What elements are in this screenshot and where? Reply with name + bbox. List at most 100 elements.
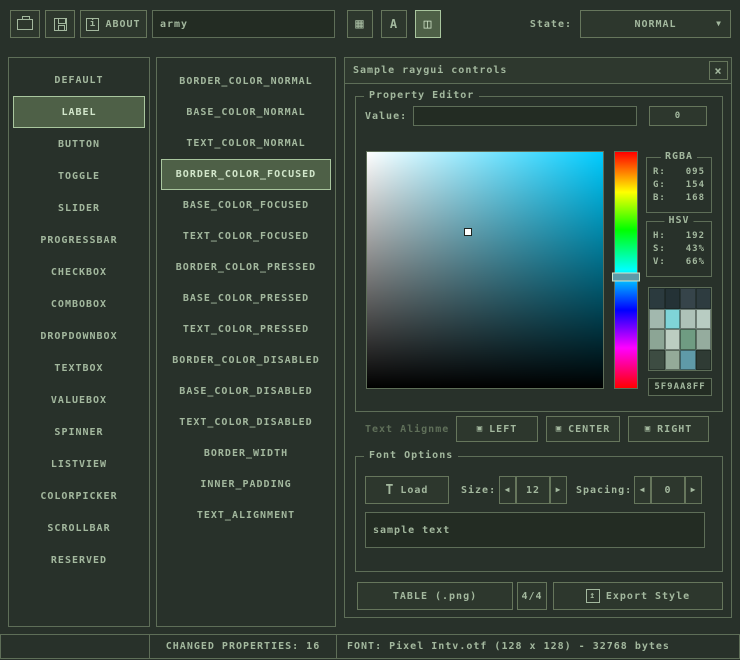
palette-swatch[interactable]: [649, 329, 665, 350]
left-arrow-icon: ◀: [640, 486, 646, 494]
font-icon: A: [390, 18, 398, 30]
control-item-scrollbar[interactable]: SCROLLBAR: [13, 512, 145, 544]
palette-swatch[interactable]: [680, 350, 696, 371]
font-load-button[interactable]: T Load: [365, 476, 449, 504]
about-button[interactable]: i ABOUT: [80, 10, 147, 38]
control-item-spinner[interactable]: SPINNER: [13, 416, 145, 448]
export-style-button[interactable]: ↥ Export Style: [553, 582, 723, 610]
value-input[interactable]: [413, 106, 637, 126]
chevron-down-icon: ▼: [716, 20, 722, 28]
property-item-base-color-disabled[interactable]: BASE_COLOR_DISABLED: [161, 376, 331, 407]
rgba-box-label: RGBA: [661, 151, 697, 162]
control-item-slider[interactable]: SLIDER: [13, 192, 145, 224]
property-editor-group-label: Property Editor: [364, 90, 479, 101]
control-item-listview[interactable]: LISTVIEW: [13, 448, 145, 480]
control-item-reserved[interactable]: RESERVED: [13, 544, 145, 576]
size-value-box[interactable]: 12: [516, 476, 550, 504]
size-increment-button[interactable]: ▶: [550, 476, 567, 504]
style-color-palette: [648, 287, 712, 371]
property-item-text-color-pressed[interactable]: TEXT_COLOR_PRESSED: [161, 314, 331, 345]
property-item-border-color-disabled[interactable]: BORDER_COLOR_DISABLED: [161, 345, 331, 376]
palette-swatch[interactable]: [696, 329, 712, 350]
load-font-icon: T: [386, 484, 395, 497]
palette-swatch[interactable]: [680, 309, 696, 330]
property-item-border-color-normal[interactable]: BORDER_COLOR_NORMAL: [161, 66, 331, 97]
style-table-button[interactable]: ◫: [415, 10, 441, 38]
palette-swatch[interactable]: [665, 288, 681, 309]
align-right-button[interactable]: ▣ RIGHT: [628, 416, 709, 442]
palette-swatch[interactable]: [696, 288, 712, 309]
property-item-base-color-pressed[interactable]: BASE_COLOR_PRESSED: [161, 283, 331, 314]
control-item-default[interactable]: DEFAULT: [13, 64, 145, 96]
spacing-increment-button[interactable]: ▶: [685, 476, 702, 504]
align-left-button[interactable]: ▣ LEFT: [456, 416, 538, 442]
hsv-h-row: H: 192: [653, 231, 705, 241]
property-item-border-width[interactable]: BORDER_WIDTH: [161, 438, 331, 469]
g-label: G:: [653, 180, 666, 190]
right-arrow-icon: ▶: [556, 486, 562, 494]
v-value: 66%: [686, 257, 705, 267]
h-label: H:: [653, 231, 666, 241]
palette-swatch[interactable]: [696, 350, 712, 371]
align-center-icon: ▣: [556, 425, 562, 434]
property-item-text-color-disabled[interactable]: TEXT_COLOR_DISABLED: [161, 407, 331, 438]
palette-swatch[interactable]: [680, 329, 696, 350]
control-item-textbox[interactable]: TEXTBOX: [13, 352, 145, 384]
spacing-value-box[interactable]: 0: [651, 476, 685, 504]
table-pages-button[interactable]: 4/4: [517, 582, 547, 610]
control-item-colorpicker[interactable]: COLORPICKER: [13, 480, 145, 512]
window-titlebar[interactable]: Sample raygui controls: [345, 58, 731, 84]
property-item-text-color-focused[interactable]: TEXT_COLOR_FOCUSED: [161, 221, 331, 252]
property-item-text-alignment[interactable]: TEXT_ALIGNMENT: [161, 500, 331, 531]
property-item-border-color-focused[interactable]: BORDER_COLOR_FOCUSED: [161, 159, 331, 190]
control-item-toggle[interactable]: TOGGLE: [13, 160, 145, 192]
control-item-combobox[interactable]: COMBOBOX: [13, 288, 145, 320]
close-window-button[interactable]: ×: [709, 61, 728, 80]
align-center-button[interactable]: ▣ CENTER: [546, 416, 620, 442]
saturation-brightness-panel[interactable]: [366, 151, 604, 389]
palette-swatch[interactable]: [680, 288, 696, 309]
control-item-dropdownbox[interactable]: DROPDOWNBOX: [13, 320, 145, 352]
palette-swatch[interactable]: [665, 329, 681, 350]
control-item-button[interactable]: BUTTON: [13, 128, 145, 160]
sample-text-box[interactable]: sample text: [365, 512, 705, 548]
font-view-button[interactable]: A: [381, 10, 407, 38]
text-alignment-label: Text Alignme: [365, 416, 449, 442]
palette-swatch[interactable]: [649, 309, 665, 330]
property-item-base-color-focused[interactable]: BASE_COLOR_FOCUSED: [161, 190, 331, 221]
control-item-label[interactable]: LABEL: [13, 96, 145, 128]
palette-swatch[interactable]: [665, 309, 681, 330]
hue-bar[interactable]: [614, 151, 638, 389]
hex-value-field[interactable]: 5F9AA8FF: [648, 378, 712, 396]
b-label: B:: [653, 193, 666, 203]
property-item-base-color-normal[interactable]: BASE_COLOR_NORMAL: [161, 97, 331, 128]
property-item-border-color-pressed[interactable]: BORDER_COLOR_PRESSED: [161, 252, 331, 283]
new-style-button[interactable]: [10, 10, 40, 38]
controls-list-panel: DEFAULT LABEL BUTTON TOGGLE SLIDER PROGR…: [8, 57, 150, 627]
property-item-inner-padding[interactable]: INNER_PADDING: [161, 469, 331, 500]
properties-list-panel: BORDER_COLOR_NORMAL BASE_COLOR_NORMAL TE…: [156, 57, 336, 627]
style-name-input[interactable]: [152, 10, 335, 38]
palette-swatch[interactable]: [649, 350, 665, 371]
control-item-checkbox[interactable]: CHECKBOX: [13, 256, 145, 288]
right-arrow-icon: ▶: [691, 486, 697, 494]
property-item-text-color-normal[interactable]: TEXT_COLOR_NORMAL: [161, 128, 331, 159]
info-icon: i: [86, 18, 99, 31]
state-dropdown[interactable]: NORMAL ▼: [580, 10, 731, 38]
palette-swatch[interactable]: [665, 350, 681, 371]
size-decrement-button[interactable]: ◀: [499, 476, 516, 504]
statusbar-left-segment: [0, 634, 150, 659]
save-style-button[interactable]: [45, 10, 75, 38]
spacing-decrement-button[interactable]: ◀: [634, 476, 651, 504]
grid-view-button[interactable]: ▦: [347, 10, 373, 38]
hue-handle[interactable]: [612, 273, 640, 282]
s-label: S:: [653, 244, 666, 254]
value-button[interactable]: 0: [649, 106, 707, 126]
control-item-progressbar[interactable]: PROGRESSBAR: [13, 224, 145, 256]
control-item-valuebox[interactable]: VALUEBOX: [13, 384, 145, 416]
palette-swatch[interactable]: [649, 288, 665, 309]
font-size-label: Size:: [461, 476, 496, 504]
export-table-button[interactable]: TABLE (.png): [357, 582, 513, 610]
color-cursor[interactable]: [464, 228, 472, 236]
palette-swatch[interactable]: [696, 309, 712, 330]
